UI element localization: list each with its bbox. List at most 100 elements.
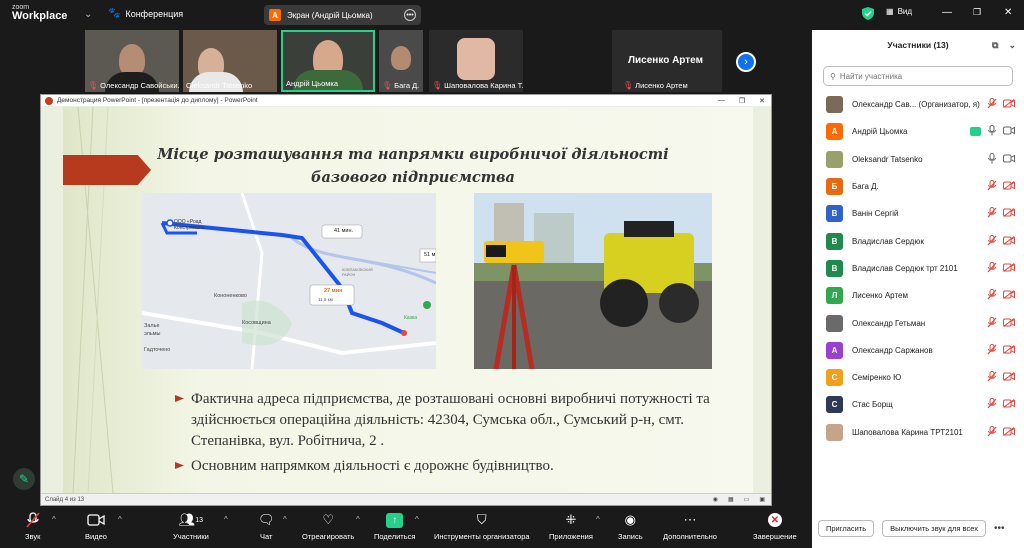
mic-off-icon[interactable] [987, 316, 997, 330]
collapse-icon[interactable]: ⌄ [1008, 40, 1016, 51]
participant-row[interactable]: В Владислав Сердюк трт 2101 [812, 255, 1024, 282]
audio-options-caret[interactable]: ^ [52, 515, 56, 524]
more-options-icon[interactable]: ••• [404, 9, 416, 21]
mic-on-icon[interactable] [987, 152, 997, 166]
restore-button[interactable]: ❐ [973, 7, 981, 18]
map-label: 41 мин. [334, 228, 354, 234]
camera-off-icon[interactable] [1003, 181, 1015, 192]
normal-view-icon[interactable]: ◉ [713, 496, 718, 503]
react-button[interactable]: ♡ Отреагировать [302, 512, 354, 541]
close-window-button[interactable]: ✕ [1004, 7, 1012, 18]
video-tile[interactable]: Oleksandr Tatsenko [183, 30, 277, 92]
close-icon[interactable]: ✕ [759, 97, 765, 105]
apps-button[interactable]: ⁜ Приложения [549, 512, 593, 541]
participant-status [987, 234, 1015, 248]
video-options-caret[interactable]: ^ [118, 515, 122, 524]
video-tile[interactable]: 🎙︎ Шаповалова Карина Т... [429, 30, 523, 92]
mic-off-icon[interactable] [987, 343, 997, 357]
shared-powerpoint-window: Демонстрация PowerPoint - [презентація д… [40, 94, 772, 506]
view-menu-button[interactable]: ▦ Вид [886, 7, 912, 16]
camera-off-icon[interactable] [1003, 99, 1015, 110]
camera-off-icon[interactable] [1003, 235, 1015, 247]
host-tools-button[interactable]: ⛉ Инструменты организатора [434, 512, 530, 541]
participant-row[interactable]: В Ванін Сергій [812, 200, 1024, 227]
participant-row[interactable]: Олександр Сав... (Организатор, я) [812, 91, 1024, 118]
camera-off-icon[interactable] [1003, 344, 1015, 356]
participants-options-caret[interactable]: ^ [224, 515, 228, 524]
participant-row[interactable]: С Стас Борщ [812, 391, 1024, 418]
mic-off-icon[interactable] [987, 371, 997, 384]
video-tile-name-only[interactable]: Лисенко Артем 🎙︎ Лисенко Артем [612, 30, 722, 92]
chevron-down-icon[interactable]: ⌄ [84, 9, 92, 20]
camera-on-icon[interactable] [1003, 154, 1015, 165]
apps-options-caret[interactable]: ^ [596, 515, 600, 524]
screen-share-indicator[interactable]: А Экран (Андрій Цьомка) ••• [264, 5, 421, 25]
participants-button[interactable]: 👥︎ 13 Участники [173, 512, 209, 541]
slideshow-icon[interactable]: ▣ [759, 496, 765, 503]
camera-off-icon[interactable] [1003, 290, 1015, 301]
participant-row[interactable]: Л Лисенко Артем [812, 282, 1024, 309]
end-meeting-button[interactable]: ✕ Завершение [753, 512, 797, 541]
audio-button[interactable]: Звук [25, 512, 40, 541]
participant-row[interactable]: С Семіренко Ю [812, 364, 1024, 391]
camera-off-icon[interactable] [1003, 426, 1015, 438]
apps-label: Приложения [549, 532, 593, 541]
more-icon[interactable]: ••• [994, 523, 1005, 534]
mic-off-icon[interactable] [987, 98, 997, 111]
more-button[interactable]: ⋯ Дополнительно [663, 512, 717, 541]
conference-info-button[interactable]: 🐾 Конференция [108, 8, 183, 19]
minimize-icon[interactable]: — [718, 97, 725, 105]
next-page-arrow-button[interactable]: › [736, 52, 756, 72]
popout-icon[interactable]: ⧉ [992, 40, 998, 51]
mic-on-icon[interactable] [987, 125, 997, 138]
share-pill-label: Экран (Андрій Цьомка) [287, 10, 373, 20]
participant-name: Лисенко Артем [852, 291, 908, 301]
participant-row[interactable]: Шаповалова Карина ТРТ2101 [812, 419, 1024, 446]
reading-view-icon[interactable]: ▭ [744, 496, 750, 503]
restore-icon[interactable]: ❐ [739, 97, 745, 105]
record-button[interactable]: ◉ Запись [618, 512, 643, 541]
camera-off-icon[interactable] [1003, 317, 1015, 329]
video-button[interactable]: Видео [85, 512, 107, 541]
annotate-pen-icon[interactable]: ✎ [13, 468, 35, 490]
video-tile-active-speaker[interactable]: Андрій Цьомка [281, 30, 375, 92]
mic-off-icon[interactable] [987, 234, 997, 248]
camera-off-icon[interactable] [1003, 208, 1015, 219]
mute-all-button[interactable]: Выключить звук для всех [882, 519, 986, 537]
participant-row[interactable]: Oleksandr Tatsenko [812, 146, 1024, 173]
react-options-caret[interactable]: ^ [356, 515, 360, 524]
participant-row[interactable]: Б Бага Д. [812, 173, 1024, 200]
share-button[interactable]: ↑ Поделиться [374, 512, 415, 541]
camera-on-icon[interactable] [1003, 126, 1015, 137]
share-options-caret[interactable]: ^ [415, 515, 419, 524]
ppt-window-title: Демонстрация PowerPoint - [презентація д… [57, 97, 258, 104]
participant-name: Андрій Цьомка [852, 127, 908, 137]
participant-row[interactable]: А Олександр Саржанов [812, 337, 1024, 364]
mic-off-icon[interactable] [987, 180, 997, 193]
mic-off-icon[interactable] [987, 398, 997, 411]
camera-off-icon[interactable] [1003, 372, 1015, 383]
minimize-button[interactable]: — [942, 7, 952, 18]
participant-row[interactable]: А Андрій Цьомка [812, 118, 1024, 145]
mic-off-icon[interactable] [987, 261, 997, 275]
invite-button[interactable]: Пригласить [818, 519, 875, 537]
video-tile[interactable]: 🎙︎ Олександр Савойськи... [85, 30, 179, 92]
camera-off-icon[interactable] [1003, 399, 1015, 410]
mic-off-icon[interactable] [987, 425, 997, 439]
chat-button[interactable]: 🗨︎ Чат [258, 512, 275, 541]
map-label: Казка [404, 315, 418, 321]
participant-row[interactable]: Олександр Гетьман [812, 309, 1024, 336]
chat-options-caret[interactable]: ^ [283, 515, 287, 524]
mic-off-icon[interactable] [987, 289, 997, 302]
participant-name: Олександр Гетьман [852, 318, 926, 328]
slide-sorter-icon[interactable]: ▦ [728, 496, 734, 503]
participant-row[interactable]: В Владислав Сердюк [812, 227, 1024, 254]
mic-off-icon[interactable] [987, 207, 997, 220]
participant-avatar: С [826, 369, 843, 387]
participant-name: Олександр Сав... (Организатор, я) [852, 100, 980, 110]
camera-off-icon[interactable] [1003, 262, 1015, 274]
mic-off-icon: 🎙︎ [88, 81, 99, 90]
security-shield-icon[interactable] [862, 7, 874, 20]
video-tile[interactable]: 🎙︎ Бага Д. [379, 30, 423, 92]
participant-search-input[interactable]: ⚲ Найти участника [823, 66, 1013, 86]
